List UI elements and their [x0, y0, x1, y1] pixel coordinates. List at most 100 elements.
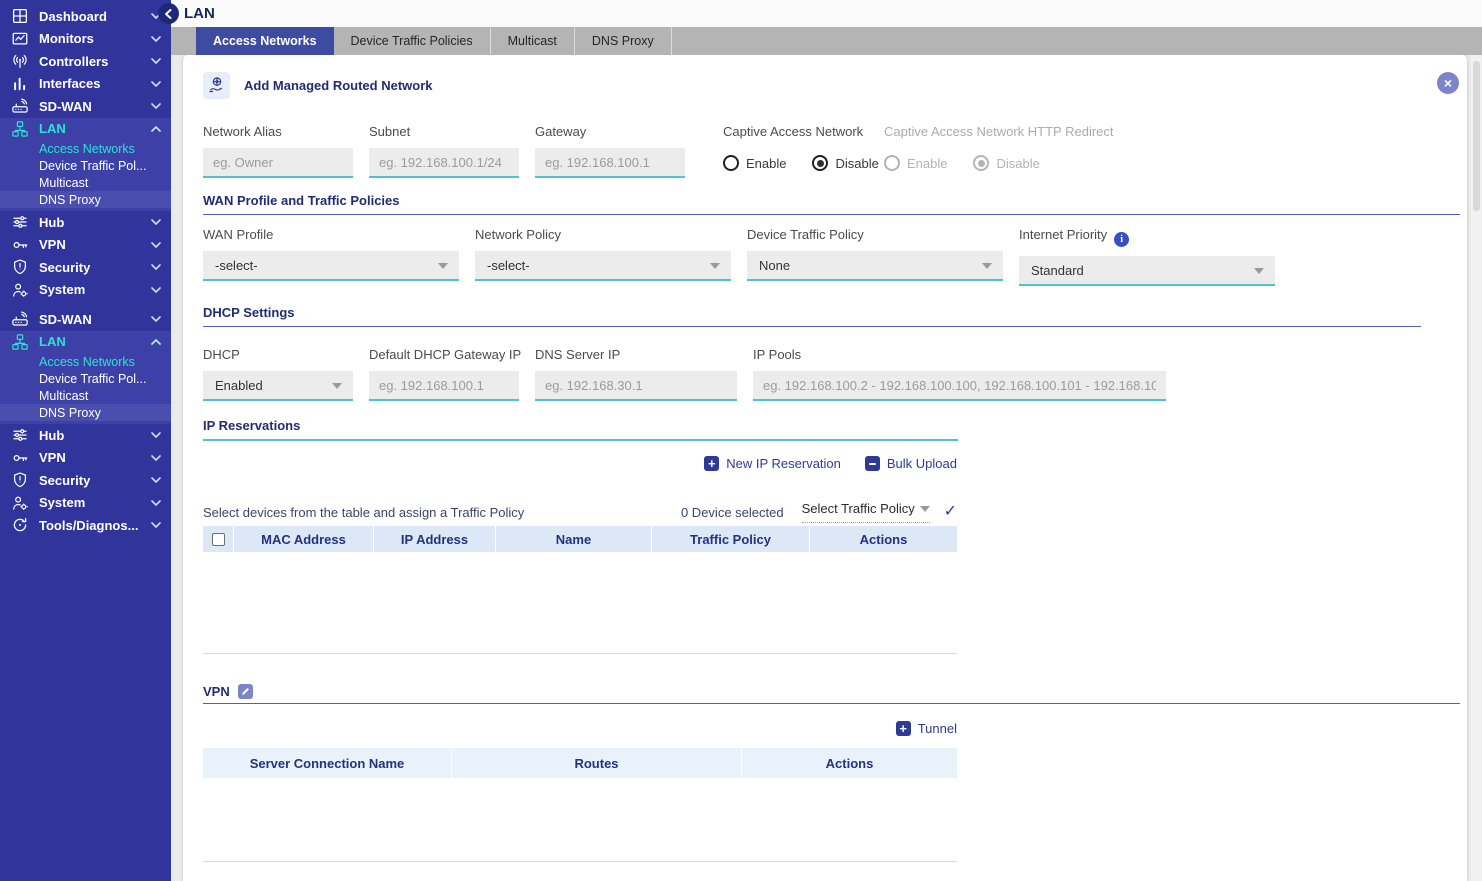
network-policy-value: -select- — [487, 258, 530, 273]
chevron-up-icon — [151, 126, 161, 132]
vpn-icon — [10, 236, 30, 254]
sidebar-item-controllers[interactable]: Controllers — [0, 50, 171, 73]
column-header[interactable]: Actions — [809, 526, 957, 552]
default-dhcp-gateway-input[interactable] — [369, 371, 519, 401]
sidebar-subitem-label: DNS Proxy — [39, 193, 101, 207]
sidebar-item-lan[interactable]: LAN — [0, 118, 171, 141]
tab-device-traffic-policies[interactable]: Device Traffic Policies — [334, 27, 491, 55]
column-header[interactable]: Server Connection Name — [203, 748, 451, 778]
info-icon[interactable]: i — [1114, 232, 1129, 247]
sidebar-subitem-label: Multicast — [39, 389, 88, 403]
wan-profile-field: WAN Profile -select- — [203, 227, 459, 286]
sidebar-item-security[interactable]: Security — [0, 256, 171, 279]
network-policy-select[interactable]: -select- — [475, 251, 731, 281]
sidebar-item-lan[interactable]: LAN — [0, 331, 171, 354]
dns-server-input[interactable] — [535, 371, 737, 401]
column-header[interactable]: IP Address — [373, 526, 495, 552]
sidebar-subitem-access-networks[interactable]: Access Networks — [0, 353, 171, 370]
default-dhcp-gateway-label: Default DHCP Gateway IP — [369, 347, 519, 362]
ip-reservations-title: IP Reservations — [203, 418, 300, 433]
subnet-input[interactable] — [369, 148, 519, 178]
network-policy-label: Network Policy — [475, 227, 731, 242]
system-icon — [10, 281, 30, 299]
page-body: Add Managed Routed Network × Network Ali… — [171, 55, 1482, 881]
sdwan-icon — [10, 310, 30, 328]
traffic-policy-select-value: Select Traffic Policy — [802, 501, 915, 516]
sidebar-item-interfaces[interactable]: Interfaces — [0, 73, 171, 96]
sidebar-subitem-device-traffic-pol[interactable]: Device Traffic Pol... — [0, 370, 171, 387]
network-alias-input[interactable] — [203, 148, 353, 178]
sidebar-subitem-device-traffic-pol[interactable]: Device Traffic Pol... — [0, 157, 171, 174]
column-header[interactable]: MAC Address — [233, 526, 373, 552]
sidebar-item-monitors[interactable]: Monitors — [0, 28, 171, 51]
ip-pools-input[interactable] — [753, 371, 1166, 401]
column-header[interactable]: Traffic Policy — [651, 526, 809, 552]
controllers-icon — [10, 52, 30, 70]
chevron-left-icon — [164, 9, 173, 19]
wan-profile-select[interactable]: -select- — [203, 251, 459, 281]
tab-access-networks[interactable]: Access Networks — [196, 27, 334, 55]
section-divider — [203, 214, 1460, 215]
default-dhcp-gateway-field: Default DHCP Gateway IP — [369, 347, 519, 401]
sidebar-item-label: Monitors — [39, 31, 151, 46]
vpn-tunnels-table-body — [203, 778, 957, 862]
add-tunnel-button[interactable]: + Tunnel — [896, 721, 957, 736]
bulk-upload-button[interactable]: Bulk Upload — [865, 456, 957, 471]
sidebar-item-label: Security — [39, 473, 151, 488]
chevron-down-icon — [438, 263, 448, 269]
sidebar-subitem-access-networks[interactable]: Access Networks — [0, 140, 171, 157]
tab-dns-proxy[interactable]: DNS Proxy — [575, 27, 672, 55]
sidebar-item-vpn[interactable]: VPN — [0, 447, 171, 470]
new-ip-reservation-button[interactable]: + New IP Reservation — [704, 456, 841, 471]
chevron-down-icon — [151, 103, 161, 109]
sidebar-subitem-multicast[interactable]: Multicast — [0, 387, 171, 404]
vpn-icon — [10, 449, 30, 467]
sidebar-subitem-multicast[interactable]: Multicast — [0, 174, 171, 191]
device-traffic-policy-value: None — [759, 258, 790, 273]
app-root: DashboardMonitorsControllersInterfacesSD… — [0, 0, 1482, 881]
dhcp-select[interactable]: Enabled — [203, 371, 353, 401]
select-all-checkbox[interactable] — [212, 533, 225, 546]
new-ip-reservation-label: New IP Reservation — [726, 456, 841, 471]
scrollbar-thumb[interactable] — [1473, 61, 1480, 211]
internet-priority-field: Internet Priorityi Standard — [1019, 227, 1275, 286]
captive-access-label: Captive Access Network — [723, 124, 863, 139]
sidebar-item-hub[interactable]: Hub — [0, 211, 171, 234]
dhcp-field: DHCP Enabled — [203, 347, 353, 401]
edit-icon[interactable] — [238, 684, 253, 699]
column-header[interactable]: Actions — [741, 748, 957, 778]
sidebar-item-system[interactable]: System — [0, 492, 171, 515]
sidebar-item-label: Hub — [39, 215, 151, 230]
apply-policy-button[interactable]: ✓ — [944, 504, 957, 520]
traffic-policy-select[interactable]: Select Traffic Policy — [802, 501, 930, 523]
scrollbar[interactable] — [1471, 55, 1482, 881]
sidebar-item-hub[interactable]: Hub — [0, 424, 171, 447]
sidebar-subitem-dns-proxy[interactable]: DNS Proxy — [0, 404, 171, 421]
close-button[interactable]: × — [1437, 72, 1459, 94]
sidebar-item-dashboard[interactable]: Dashboard — [0, 5, 171, 28]
device-traffic-policy-select[interactable]: None — [747, 251, 1003, 281]
captive-disable-radio[interactable]: Disable — [812, 155, 878, 171]
add-network-panel: Add Managed Routed Network × Network Ali… — [183, 55, 1467, 881]
sidebar-subitem-dns-proxy[interactable]: DNS Proxy — [0, 191, 171, 208]
sidebar-item-tools-diagnos[interactable]: Tools/Diagnos... — [0, 514, 171, 537]
section-divider — [203, 703, 1460, 704]
sidebar-item-system[interactable]: System — [0, 279, 171, 302]
sidebar-item-security[interactable]: Security — [0, 469, 171, 492]
sidebar-collapse-button[interactable] — [158, 3, 179, 24]
hub-icon — [10, 213, 30, 231]
sidebar-item-sd-wan[interactable]: SD-WAN — [0, 95, 171, 118]
vpn-section-header: VPN — [203, 684, 1460, 699]
sidebar-item-sd-wan[interactable]: SD-WAN — [0, 308, 171, 331]
tab-multicast[interactable]: Multicast — [491, 27, 575, 55]
column-header[interactable]: Name — [495, 526, 651, 552]
internet-priority-select[interactable]: Standard — [1019, 256, 1275, 286]
sidebar-item-vpn[interactable]: VPN — [0, 234, 171, 257]
plus-icon: + — [704, 456, 719, 471]
subnet-label: Subnet — [369, 124, 519, 139]
column-header[interactable]: Routes — [451, 748, 741, 778]
gateway-input[interactable] — [535, 148, 685, 178]
captive-enable-radio[interactable]: Enable — [723, 155, 786, 171]
sidebar-item-label: Hub — [39, 428, 151, 443]
chevron-down-icon — [151, 58, 161, 64]
